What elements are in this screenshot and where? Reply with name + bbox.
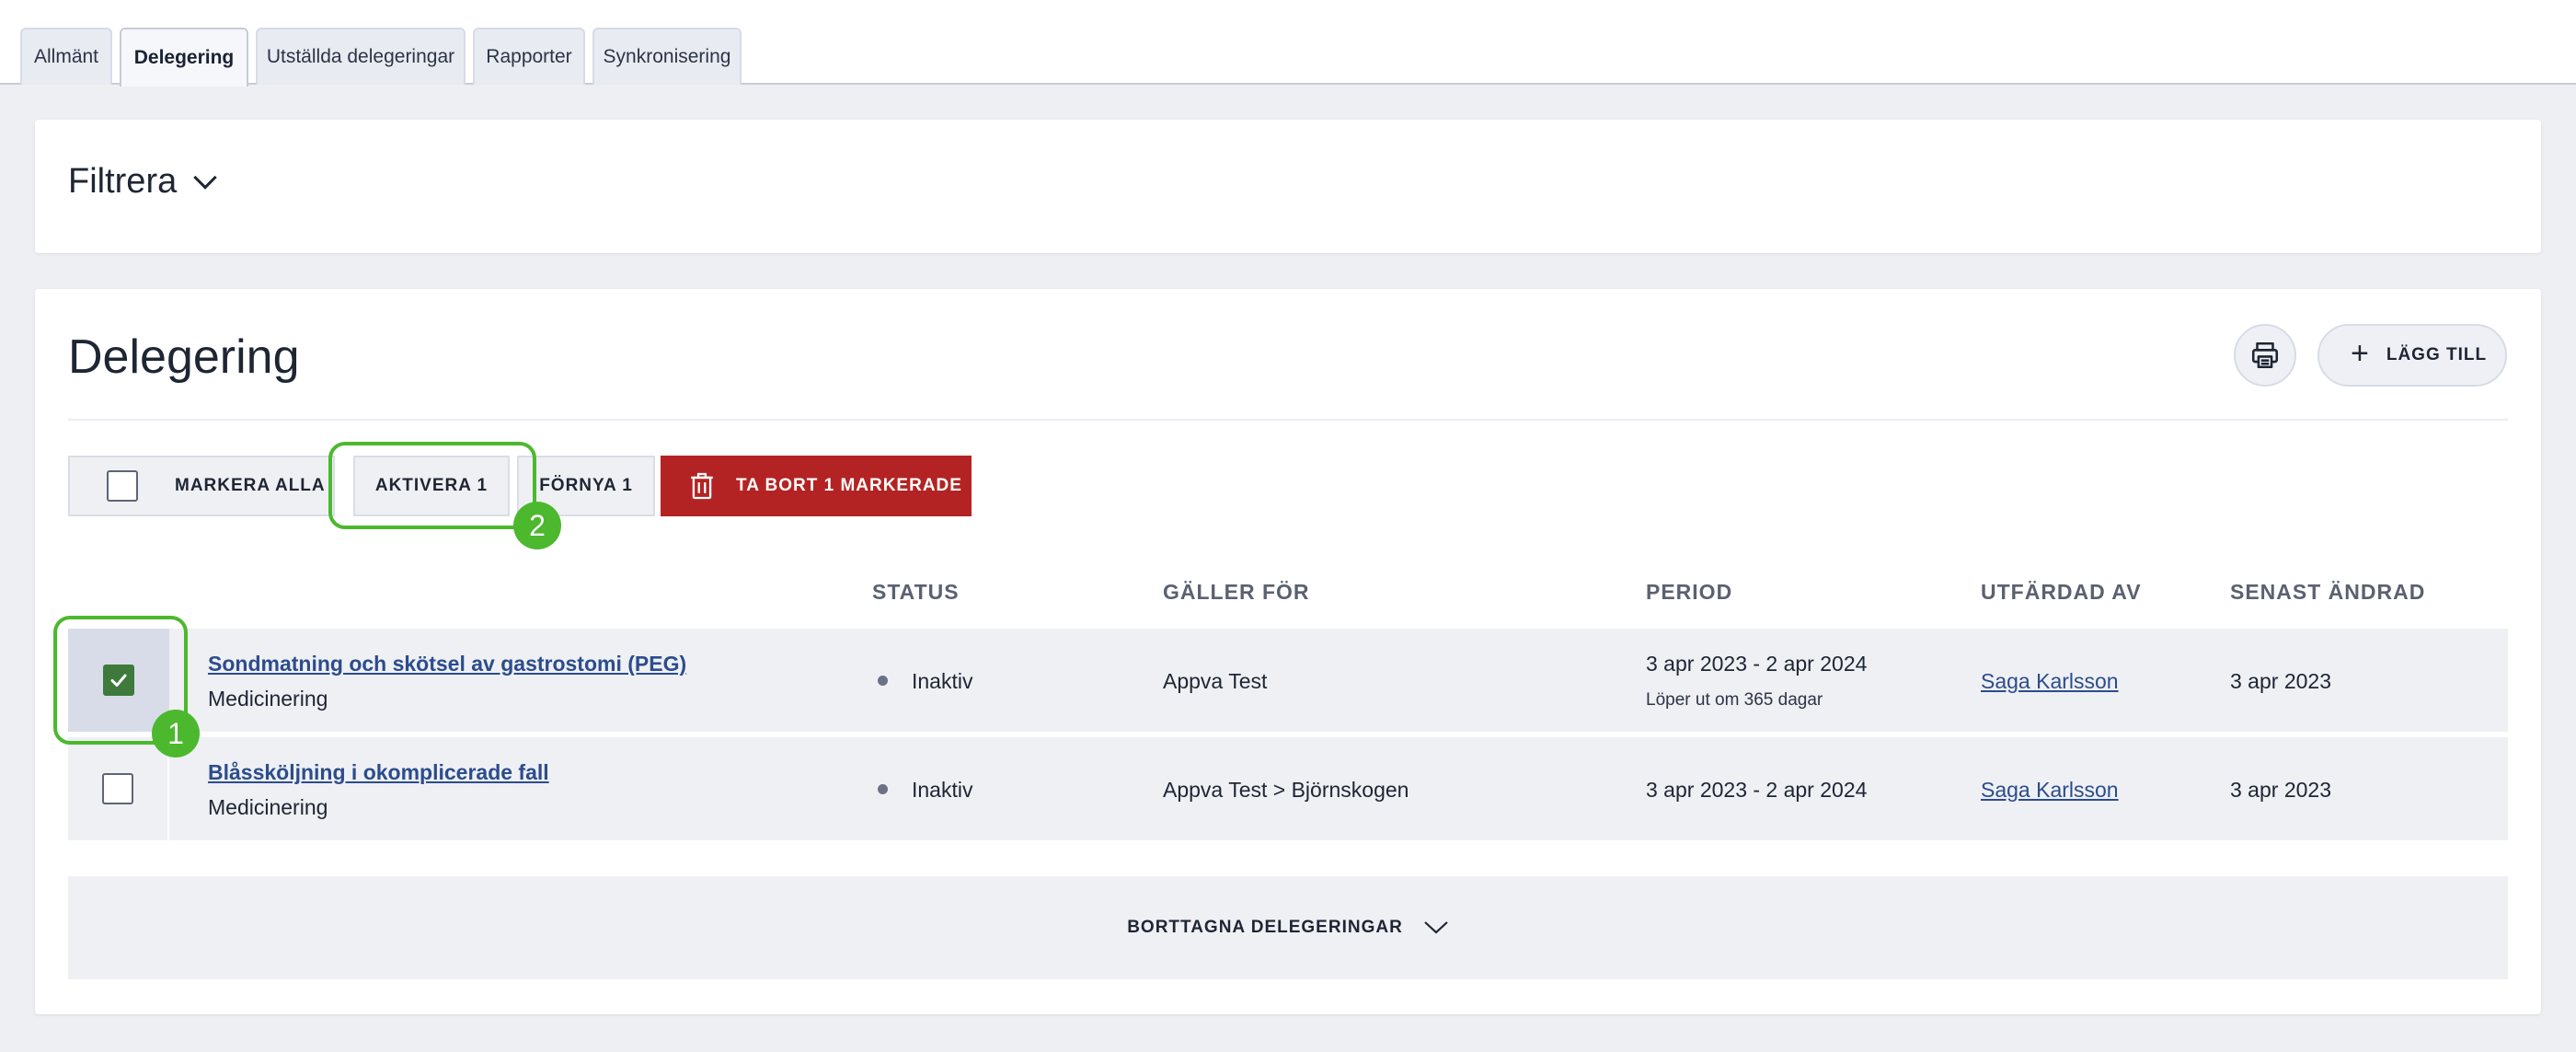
deleted-delegations-toggle[interactable]: BORTTAGNA DELEGERINGAR	[68, 876, 2508, 979]
status-dot-icon	[878, 784, 888, 795]
delete-selected-button[interactable]: TA BORT 1 MARKERADE	[661, 456, 972, 516]
chevron-down-icon	[193, 165, 217, 190]
plus-icon: +	[2351, 336, 2370, 371]
select-all-label: MARKERA ALLA	[175, 476, 326, 495]
tab-rapporter[interactable]: Rapporter	[473, 28, 585, 85]
chevron-down-icon	[1424, 921, 1448, 934]
last-changed-cell: 3 apr 2023	[2230, 778, 2331, 802]
period-cell: 3 apr 2023 - 2 apr 2024	[1646, 778, 1868, 802]
page-title: Delegering	[68, 330, 300, 384]
delegation-title-link[interactable]: Sondmatning och skötsel av gastrostomi (…	[208, 652, 686, 676]
tab-bar: Allmänt Delegering Utställda delegeringa…	[0, 0, 2576, 87]
filter-card	[35, 120, 2541, 253]
tab-synkronisering[interactable]: Synkronisering	[592, 28, 742, 85]
column-header-issued-by[interactable]: UTFÄRDAD AV	[1981, 580, 2142, 605]
tab-delegering[interactable]: Delegering	[120, 28, 248, 87]
applies-to-cell: Appva Test > Björnskogen	[1163, 778, 1409, 802]
status-text: Inaktiv	[912, 778, 973, 802]
applies-to-cell: Appva Test	[1163, 669, 1268, 693]
filter-label: Filtrera	[68, 162, 178, 201]
printer-icon	[2251, 341, 2279, 369]
tab-utstallda-delegeringar[interactable]: Utställda delegeringar	[256, 28, 466, 85]
status-dot-icon	[878, 676, 888, 687]
add-button-label: LÄGG TILL	[2386, 345, 2488, 364]
renew-label: FÖRNYA 1	[539, 476, 633, 495]
select-all-button[interactable]: MARKERA ALLA	[68, 456, 335, 516]
tab-allmant[interactable]: Allmänt	[20, 28, 112, 85]
column-header-last-changed[interactable]: SENAST ÄNDRAD	[2230, 580, 2425, 605]
deleted-delegations-label: BORTTAGNA DELEGERINGAR	[1127, 918, 1403, 937]
divider	[68, 419, 2508, 421]
row-checkbox-cell	[68, 737, 169, 840]
column-header-status[interactable]: STATUS	[872, 580, 960, 605]
status-text: Inaktiv	[912, 669, 973, 693]
issued-by-link[interactable]: Saga Karlsson	[1981, 778, 2119, 803]
annotation-badge-2: 2	[513, 502, 561, 549]
table-row	[68, 629, 2508, 732]
select-all-checkbox[interactable]	[107, 470, 138, 502]
row-checkbox[interactable]	[102, 773, 133, 804]
delete-selected-label: TA BORT 1 MARKERADE	[736, 476, 962, 495]
delegation-title-link[interactable]: Blåssköljning i okomplicerade fall	[208, 760, 549, 785]
delegation-category: Medicinering	[208, 687, 328, 711]
status-cell: Inaktiv	[878, 778, 972, 803]
delegation-category: Medicinering	[208, 795, 328, 819]
period-cell: 3 apr 2023 - 2 apr 2024	[1646, 652, 1868, 676]
add-button[interactable]: + LÄGG TILL	[2317, 324, 2507, 387]
annotation-badge-1: 1	[152, 710, 200, 757]
period-note: Löper ut om 365 dagar	[1646, 690, 1823, 710]
issued-by-link[interactable]: Saga Karlsson	[1981, 669, 2119, 694]
trash-icon	[691, 472, 713, 500]
last-changed-cell: 3 apr 2023	[2230, 669, 2331, 693]
column-header-period[interactable]: PERIOD	[1646, 580, 1732, 605]
filter-toggle[interactable]: Filtrera	[68, 162, 217, 202]
status-cell: Inaktiv	[878, 669, 972, 694]
print-button[interactable]	[2234, 324, 2296, 387]
column-header-applies-to[interactable]: GÄLLER FÖR	[1163, 580, 1310, 605]
highlight-activate	[328, 442, 536, 529]
